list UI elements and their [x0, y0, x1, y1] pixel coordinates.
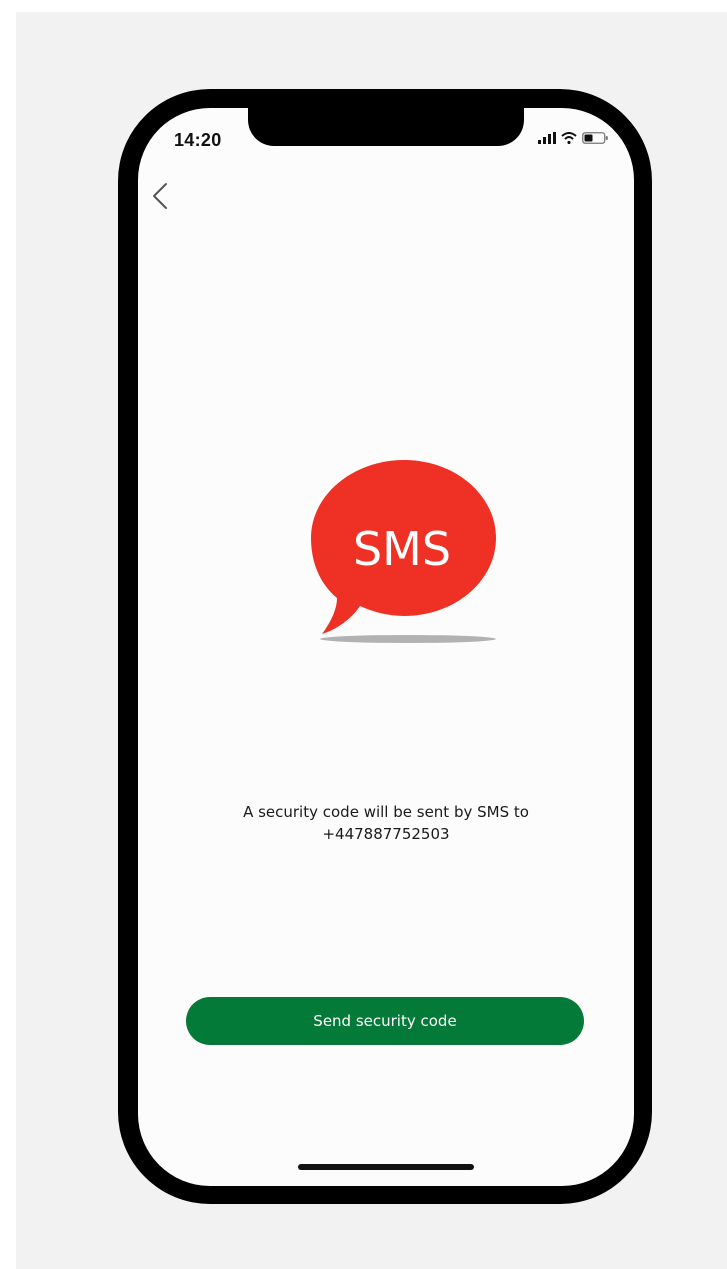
phone-notch — [248, 108, 524, 146]
battery-icon — [582, 132, 608, 144]
send-security-code-button[interactable]: Send security code — [186, 997, 584, 1045]
wifi-icon — [561, 132, 577, 144]
back-button[interactable] — [146, 178, 174, 214]
phone-number: +447887752503 — [322, 825, 450, 843]
sms-logo: SMS — [311, 460, 496, 643]
home-indicator[interactable] — [298, 1164, 474, 1170]
chevron-left-icon — [153, 183, 167, 209]
sms-logo-text: SMS — [353, 522, 451, 576]
phone-screen: 14:20 SMS A security code will be sent b — [138, 108, 634, 1186]
sms-notice-text: A security code will be sent by SMS to — [243, 803, 529, 821]
sms-notice: A security code will be sent by SMS to +… — [138, 801, 634, 845]
status-icons — [538, 132, 608, 144]
signal-icon — [538, 132, 556, 144]
logo-shadow — [320, 635, 496, 643]
status-time: 14:20 — [174, 130, 222, 150]
